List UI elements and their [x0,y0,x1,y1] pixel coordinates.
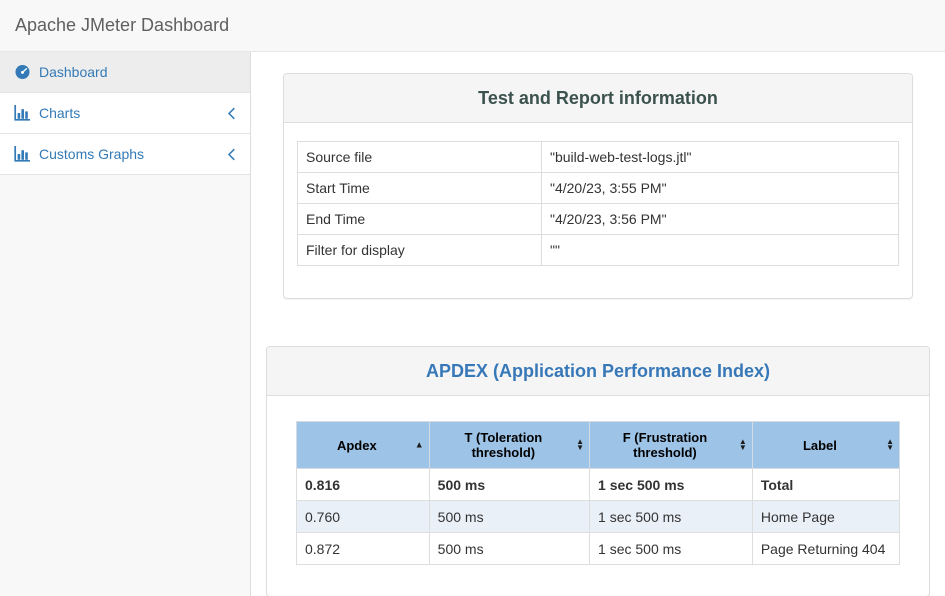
apdex-heading: APDEX (Application Performance Index) [267,347,929,396]
chevron-left-icon [227,107,236,120]
info-row-value: "4/20/23, 3:55 PM" [542,173,899,204]
sidebar-item-dashboard[interactable]: Dashboard [0,52,250,93]
toleration-cell: 500 ms [429,533,589,565]
sort-both-icon: ▲▼ [886,439,894,451]
test-report-info-heading: Test and Report information [284,74,912,123]
sidebar-item-label: Charts [39,105,227,121]
sort-asc-icon: ▲ [415,441,424,450]
sort-both-icon: ▲▼ [576,439,584,451]
sidebar-item-label: Dashboard [39,64,236,80]
top-navbar: Apache JMeter Dashboard [0,0,945,52]
column-header-label: Apdex [337,438,377,453]
main-content: Test and Report information Source file … [251,52,945,596]
main-layout: Dashboard Charts [0,52,945,596]
apdex-value-cell: 0.872 [297,533,430,565]
info-row-label: Start Time [298,173,542,204]
table-row: Filter for display "" [298,235,899,266]
test-report-info-title: Test and Report information [299,87,897,109]
sidebar-item-charts[interactable]: Charts [0,93,250,134]
sort-both-icon: ▲▼ [739,439,747,451]
test-report-info-panel: Test and Report information Source file … [283,73,913,299]
table-row: Source file "build-web-test-logs.jtl" [298,142,899,173]
apdex-value-cell: 0.816 [297,469,430,501]
column-header-apdex[interactable]: Apdex ▲ [297,422,430,469]
label-cell: Total [752,469,899,501]
label-cell: Home Page [752,501,899,533]
table-row: Start Time "4/20/23, 3:55 PM" [298,173,899,204]
info-row-value: "build-web-test-logs.jtl" [542,142,899,173]
frustration-cell: 1 sec 500 ms [590,501,753,533]
test-report-info-body: Source file "build-web-test-logs.jtl" St… [284,123,912,298]
info-row-value: "4/20/23, 3:56 PM" [542,204,899,235]
table-row: End Time "4/20/23, 3:56 PM" [298,204,899,235]
apdex-title: APDEX (Application Performance Index) [282,360,914,382]
test-report-info-table: Source file "build-web-test-logs.jtl" St… [297,141,899,266]
column-header-label-col[interactable]: Label ▲▼ [752,422,899,469]
frustration-cell: 1 sec 500 ms [590,533,753,565]
sidebar: Dashboard Charts [0,52,251,596]
column-header-label: T (Toleration threshold) [464,430,542,460]
column-header-label: F (Frustration threshold) [623,430,708,460]
info-row-value: "" [542,235,899,266]
info-row-label: End Time [298,204,542,235]
toleration-cell: 500 ms [429,501,589,533]
toleration-cell: 500 ms [429,469,589,501]
dashboard-gauge-icon [14,64,31,80]
bar-chart-icon [14,105,31,121]
column-header-frustration[interactable]: F (Frustration threshold) ▲▼ [590,422,753,469]
sidebar-item-label: Customs Graphs [39,146,227,162]
column-header-toleration[interactable]: T (Toleration threshold) ▲▼ [429,422,589,469]
apdex-body: Apdex ▲ T (Toleration threshold) ▲▼ F (F… [267,396,929,596]
apdex-panel: APDEX (Application Performance Index) Ap… [266,346,930,596]
apdex-table: Apdex ▲ T (Toleration threshold) ▲▼ F (F… [296,421,900,565]
label-cell: Page Returning 404 [752,533,899,565]
table-row: 0.816 500 ms 1 sec 500 ms Total [297,469,900,501]
sidebar-item-customs-graphs[interactable]: Customs Graphs [0,134,250,175]
table-row: 0.760 500 ms 1 sec 500 ms Home Page [297,501,900,533]
bar-chart-icon [14,146,31,162]
column-header-label: Label [803,438,837,453]
app-title[interactable]: Apache JMeter Dashboard [15,15,229,36]
info-row-label: Source file [298,142,542,173]
apdex-header-row: Apdex ▲ T (Toleration threshold) ▲▼ F (F… [297,422,900,469]
chevron-left-icon [227,148,236,161]
apdex-value-cell: 0.760 [297,501,430,533]
table-row: 0.872 500 ms 1 sec 500 ms Page Returning… [297,533,900,565]
info-row-label: Filter for display [298,235,542,266]
frustration-cell: 1 sec 500 ms [590,469,753,501]
